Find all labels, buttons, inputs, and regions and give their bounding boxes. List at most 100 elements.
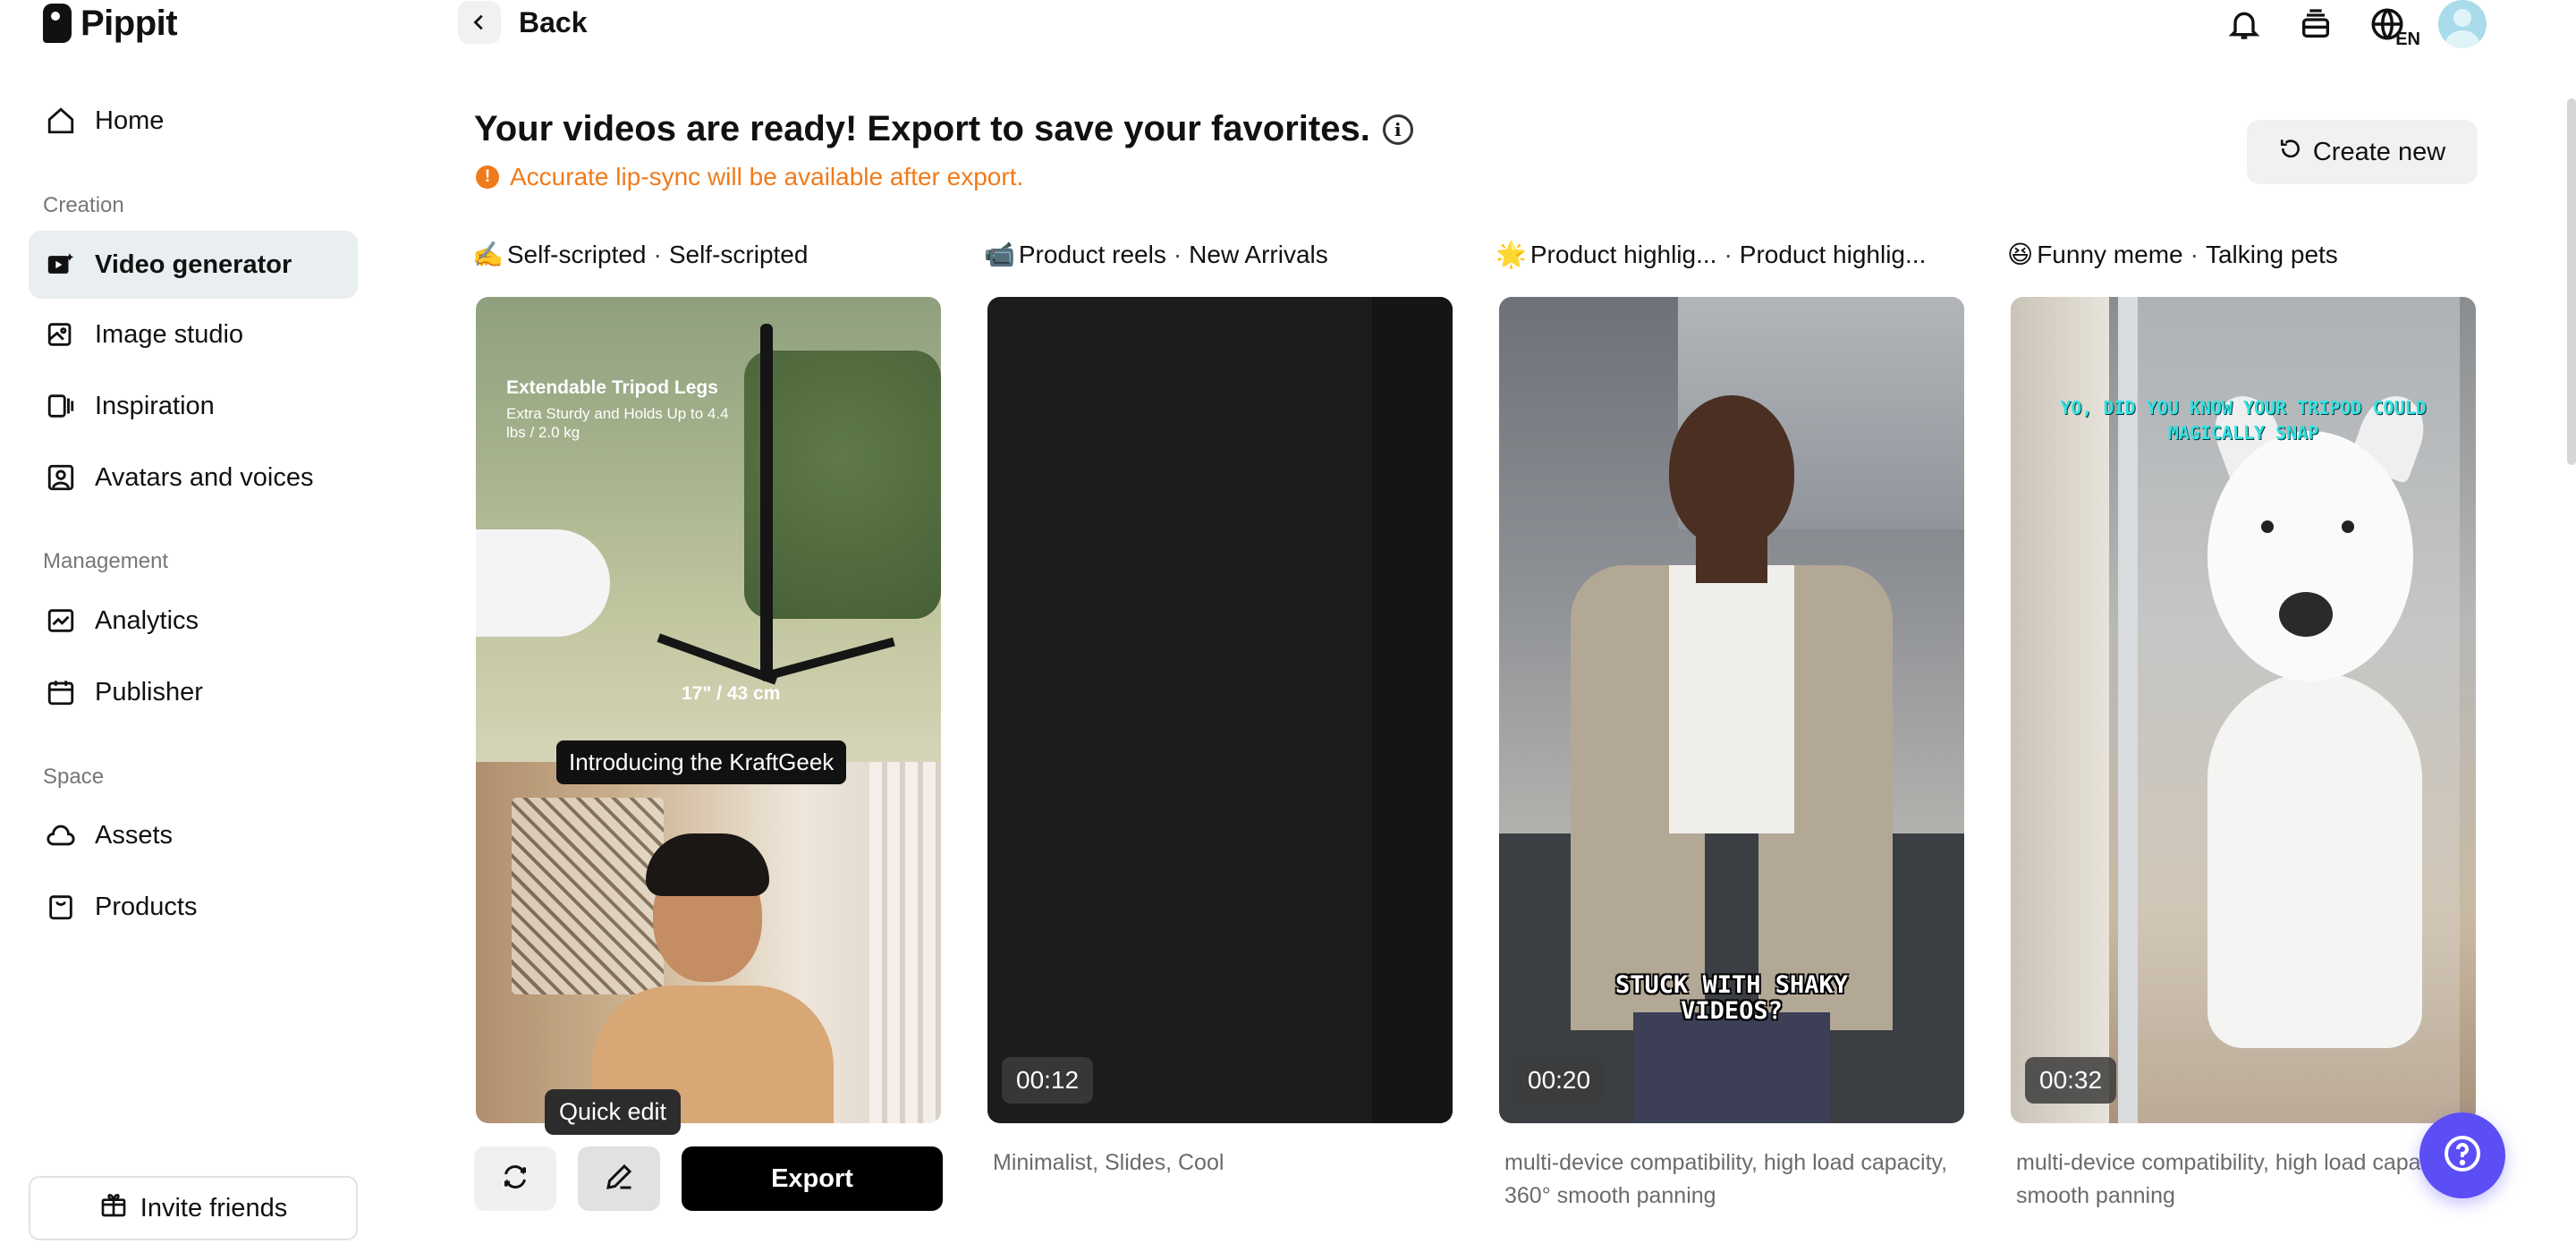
layers-icon[interactable]: [2295, 4, 2336, 45]
video-caption: STUCK WITH SHAKY VIDEOS?: [1614, 971, 1849, 1025]
info-icon[interactable]: i: [1382, 114, 1413, 145]
quick-edit-button[interactable]: [578, 1146, 660, 1211]
gift-icon: [99, 1190, 128, 1226]
top-right-toolbar: EN: [2224, 0, 2487, 49]
sidebar-item-analytics[interactable]: Analytics: [29, 587, 358, 655]
warning-icon: !: [476, 165, 499, 189]
presenter-hair: [646, 833, 769, 896]
calendar-icon: [45, 676, 77, 708]
export-button[interactable]: Export: [682, 1146, 943, 1211]
sidebar-item-products[interactable]: Products: [29, 873, 358, 941]
sidebar-item-label: Products: [95, 892, 198, 921]
card-subtype: Self-scripted: [668, 240, 809, 268]
sidebar-item-image-studio[interactable]: Image studio: [29, 300, 358, 368]
video-caption: YO, DID YOU KNOW YOUR TRIPOD COULD MAGIC…: [2060, 397, 2427, 444]
card-emoji: 😆: [2007, 241, 2034, 268]
sidebar-item-avatars-voices[interactable]: Avatars and voices: [29, 444, 358, 512]
create-new-label: Create new: [2312, 137, 2446, 166]
sidebar-item-label: Avatars and voices: [95, 462, 314, 492]
back-label: Back: [519, 5, 588, 38]
card-title-3: 🌟 Product highlig... · Product highlig..…: [1496, 240, 1927, 269]
inspiration-icon: [45, 390, 77, 422]
sidebar-item-inspiration[interactable]: Inspiration: [29, 372, 358, 440]
dog-body: [2207, 673, 2422, 1048]
card-type: Funny meme: [2037, 240, 2183, 268]
video-tags: multi-device compatibility, high load ca…: [2016, 1150, 2474, 1208]
sidebar-item-video-generator[interactable]: Video generator: [29, 231, 358, 299]
video-tags: Minimalist, Slides, Cool: [993, 1150, 1224, 1175]
card-subtype: New Arrivals: [1189, 240, 1328, 268]
card-subtype: Talking pets: [2205, 240, 2338, 268]
video-thumbnail-dark: [1372, 297, 1453, 1123]
page-scrollbar[interactable]: [2567, 98, 2576, 465]
sidebar-item-label: Analytics: [95, 605, 199, 635]
page-heading: Your videos are ready! Export to save yo…: [474, 109, 1413, 149]
video-tags: multi-device compatibility, high load ca…: [1504, 1150, 1948, 1208]
sidebar-item-label: Home: [95, 106, 165, 135]
sidebar-item-home[interactable]: Home: [29, 87, 358, 155]
hand-shape: [476, 529, 610, 637]
sidebar-item-label: Video generator: [95, 250, 292, 279]
invite-friends-button[interactable]: Invite friends: [29, 1176, 358, 1240]
video-generator-icon: [45, 249, 77, 281]
card-title-4: 😆 Funny meme · Talking pets: [2007, 240, 2338, 269]
card-emoji: ✍️: [472, 241, 504, 268]
section-label-creation: Creation: [43, 193, 124, 217]
dog-mouth: [2279, 592, 2333, 637]
notification-bell-icon[interactable]: [2224, 4, 2265, 45]
card-type: Self-scripted: [506, 240, 647, 268]
duration-badge: 00:32: [2025, 1057, 2117, 1104]
regenerate-icon: [499, 1161, 531, 1197]
dog-head: [2207, 431, 2413, 681]
question-mark-icon: [2441, 1132, 2484, 1180]
language-globe-icon[interactable]: EN: [2367, 4, 2420, 49]
user-avatar[interactable]: [2438, 0, 2487, 48]
sidebar-item-publisher[interactable]: Publisher: [29, 658, 358, 726]
card-type: Product reels: [1018, 240, 1166, 268]
card-title-2: 📹 Product reels · New Arrivals: [984, 240, 1328, 269]
background-hedge: [744, 351, 941, 619]
sidebar-item-label: Assets: [95, 820, 174, 850]
section-label-management: Management: [43, 549, 169, 573]
video-card-product-highlights[interactable]: STUCK WITH SHAKY VIDEOS? 00:20: [1499, 297, 1964, 1123]
refresh-icon: [2279, 137, 2302, 167]
sidebar-item-label: Image studio: [95, 319, 244, 349]
duration-badge: 00:20: [1513, 1057, 1606, 1104]
lip-sync-warning: ! Accurate lip-sync will be available af…: [476, 163, 1023, 191]
video-card-funny-meme[interactable]: YO, DID YOU KNOW YOUR TRIPOD COULD MAGIC…: [2011, 297, 2476, 1123]
language-code: EN: [2395, 30, 2420, 49]
page-title: Your videos are ready! Export to save yo…: [474, 109, 1370, 148]
regenerate-button[interactable]: [474, 1146, 556, 1211]
dog-eye: [2261, 520, 2274, 533]
video-card-product-reels[interactable]: 00:12: [987, 297, 1453, 1123]
app-logo[interactable]: Pippit: [43, 0, 178, 47]
avatar-icon: [45, 461, 77, 494]
product-box-icon: [45, 891, 77, 923]
card-type: Product highlig...: [1530, 240, 1717, 268]
presenter-pants: [1633, 1012, 1830, 1123]
presenter-shirt: [1669, 565, 1794, 833]
overlay-measure: 17" / 43 cm: [682, 683, 781, 704]
help-button[interactable]: [2419, 1112, 2505, 1198]
section-label-space: Space: [43, 765, 105, 789]
sidebar-item-label: Publisher: [95, 677, 203, 706]
sidebar-item-label: Inspiration: [95, 391, 215, 420]
video-caption: Introducing the KraftGeek: [556, 740, 847, 784]
background-curtain: [869, 762, 941, 1123]
app-name: Pippit: [80, 3, 178, 43]
cloud-icon: [45, 819, 77, 851]
image-studio-icon: [45, 318, 77, 351]
video-card-self-scripted[interactable]: Extendable Tripod Legs Extra Sturdy and …: [476, 297, 941, 1123]
overlay-title: Extendable Tripod Legs: [506, 377, 718, 398]
card-subtype: Product highlig...: [1739, 240, 1927, 268]
back-button[interactable]: Back: [458, 0, 588, 45]
pippit-logo-icon: [43, 4, 72, 43]
analytics-icon: [45, 605, 77, 637]
create-new-button[interactable]: Create new: [2247, 120, 2478, 184]
card-emoji: 📹: [984, 241, 1015, 268]
background-lattice: [512, 798, 664, 994]
card-emoji: 🌟: [1496, 241, 1527, 268]
sidebar: Pippit Home Creation Video generator Ima…: [0, 0, 385, 1252]
sidebar-item-assets[interactable]: Assets: [29, 801, 358, 869]
tripod-pole: [760, 324, 773, 681]
